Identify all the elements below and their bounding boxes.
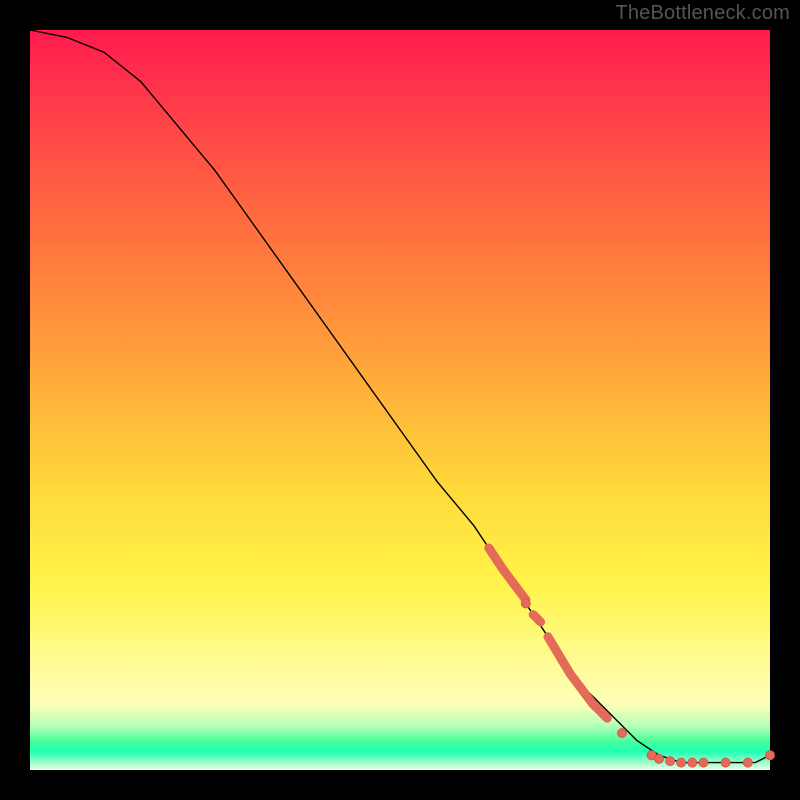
highlight-dash: [592, 703, 607, 718]
chart-frame: TheBottleneck.com: [0, 0, 800, 800]
highlight-point: [721, 758, 730, 767]
highlight-points: [521, 599, 774, 767]
highlight-point: [699, 758, 708, 767]
highlight-point: [666, 757, 675, 766]
watermark-text: TheBottleneck.com: [615, 2, 790, 25]
highlight-point: [655, 754, 664, 763]
highlight-point: [618, 729, 627, 738]
highlight-point: [766, 751, 775, 760]
bottleneck-curve: [30, 30, 770, 763]
highlight-segments: [489, 548, 607, 718]
highlight-dash: [504, 570, 526, 600]
highlight-point: [521, 599, 530, 608]
highlight-dash: [570, 674, 592, 704]
highlight-dash: [548, 637, 570, 674]
highlight-dash: [533, 615, 540, 622]
plot-area: [30, 30, 770, 770]
highlight-point: [688, 758, 697, 767]
highlight-point: [677, 758, 686, 767]
chart-overlay: [30, 30, 770, 770]
highlight-point: [743, 758, 752, 767]
